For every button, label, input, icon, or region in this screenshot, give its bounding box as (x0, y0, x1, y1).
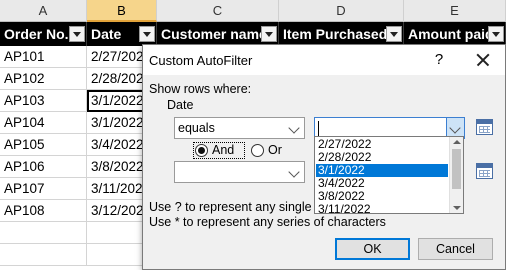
show-rows-label: Show rows where: (149, 82, 252, 96)
list-item[interactable]: 3/11/2022 (316, 203, 448, 214)
filter-dropdown-icon[interactable] (139, 26, 155, 42)
chevron-down-icon[interactable] (286, 162, 304, 182)
column-header-a[interactable]: A (0, 0, 87, 22)
hint-series-chars: Use * to represent any series of charact… (149, 215, 386, 229)
order-no-cell[interactable]: AP108 (0, 200, 87, 222)
order-no-cell[interactable]: AP106 (0, 156, 87, 178)
scroll-up-icon[interactable] (453, 140, 461, 144)
order-no-cell[interactable]: AP104 (0, 112, 87, 134)
value1-dropdown-list[interactable]: 2/27/2022 2/28/2022 3/1/2022 3/4/2022 3/… (314, 136, 464, 214)
empty-cell[interactable] (0, 244, 87, 266)
table-header-row: Order No. Date Customer name Item Purcha… (0, 22, 506, 46)
chevron-down-icon[interactable] (446, 118, 464, 138)
column-header-c[interactable]: C (157, 0, 279, 22)
chevron-down-icon[interactable] (286, 118, 304, 138)
and-label[interactable]: And (212, 143, 234, 157)
order-no-cell[interactable]: AP103 (0, 90, 87, 112)
help-button[interactable]: ? (431, 51, 447, 68)
cancel-button[interactable]: Cancel (418, 238, 493, 260)
calendar-icon[interactable] (474, 161, 496, 183)
close-icon[interactable] (471, 49, 495, 71)
column-header-d[interactable]: D (279, 0, 404, 22)
filter-dropdown-icon[interactable] (488, 26, 504, 42)
operator1-select[interactable]: equals (174, 117, 305, 139)
column-header-b[interactable]: B (87, 0, 157, 22)
field-label: Date (167, 98, 194, 112)
dialog-title: Custom AutoFilter (149, 53, 253, 68)
order-no-cell[interactable]: AP101 (0, 46, 87, 68)
or-radio[interactable] (251, 144, 264, 157)
order-no-cell[interactable]: AP107 (0, 178, 87, 200)
ok-button[interactable]: OK (335, 238, 410, 260)
dialog-titlebar[interactable]: Custom AutoFilter ? (143, 45, 505, 75)
operator1-value: equals (178, 121, 215, 135)
filter-dropdown-icon[interactable] (261, 26, 277, 42)
and-radio[interactable] (195, 144, 208, 157)
column-header-row: A B C D E (0, 0, 506, 22)
filter-dropdown-icon[interactable] (69, 26, 85, 42)
scroll-thumb[interactable] (452, 149, 461, 189)
dropdown-scrollbar[interactable] (449, 137, 463, 213)
scroll-down-icon[interactable] (453, 206, 461, 210)
operator2-select[interactable] (174, 161, 305, 183)
order-no-cell[interactable]: AP102 (0, 68, 87, 90)
column-header-e[interactable]: E (404, 0, 506, 22)
empty-cell[interactable] (0, 222, 87, 244)
text-caret (318, 121, 319, 136)
calendar-icon[interactable] (474, 117, 496, 139)
order-no-cell[interactable]: AP105 (0, 134, 87, 156)
custom-autofilter-dialog: Custom AutoFilter ? Show rows where: Dat… (142, 44, 506, 270)
filter-dropdown-icon[interactable] (386, 26, 402, 42)
or-label[interactable]: Or (268, 143, 282, 157)
active-date-cell[interactable]: 3/1/2022 (87, 90, 147, 112)
